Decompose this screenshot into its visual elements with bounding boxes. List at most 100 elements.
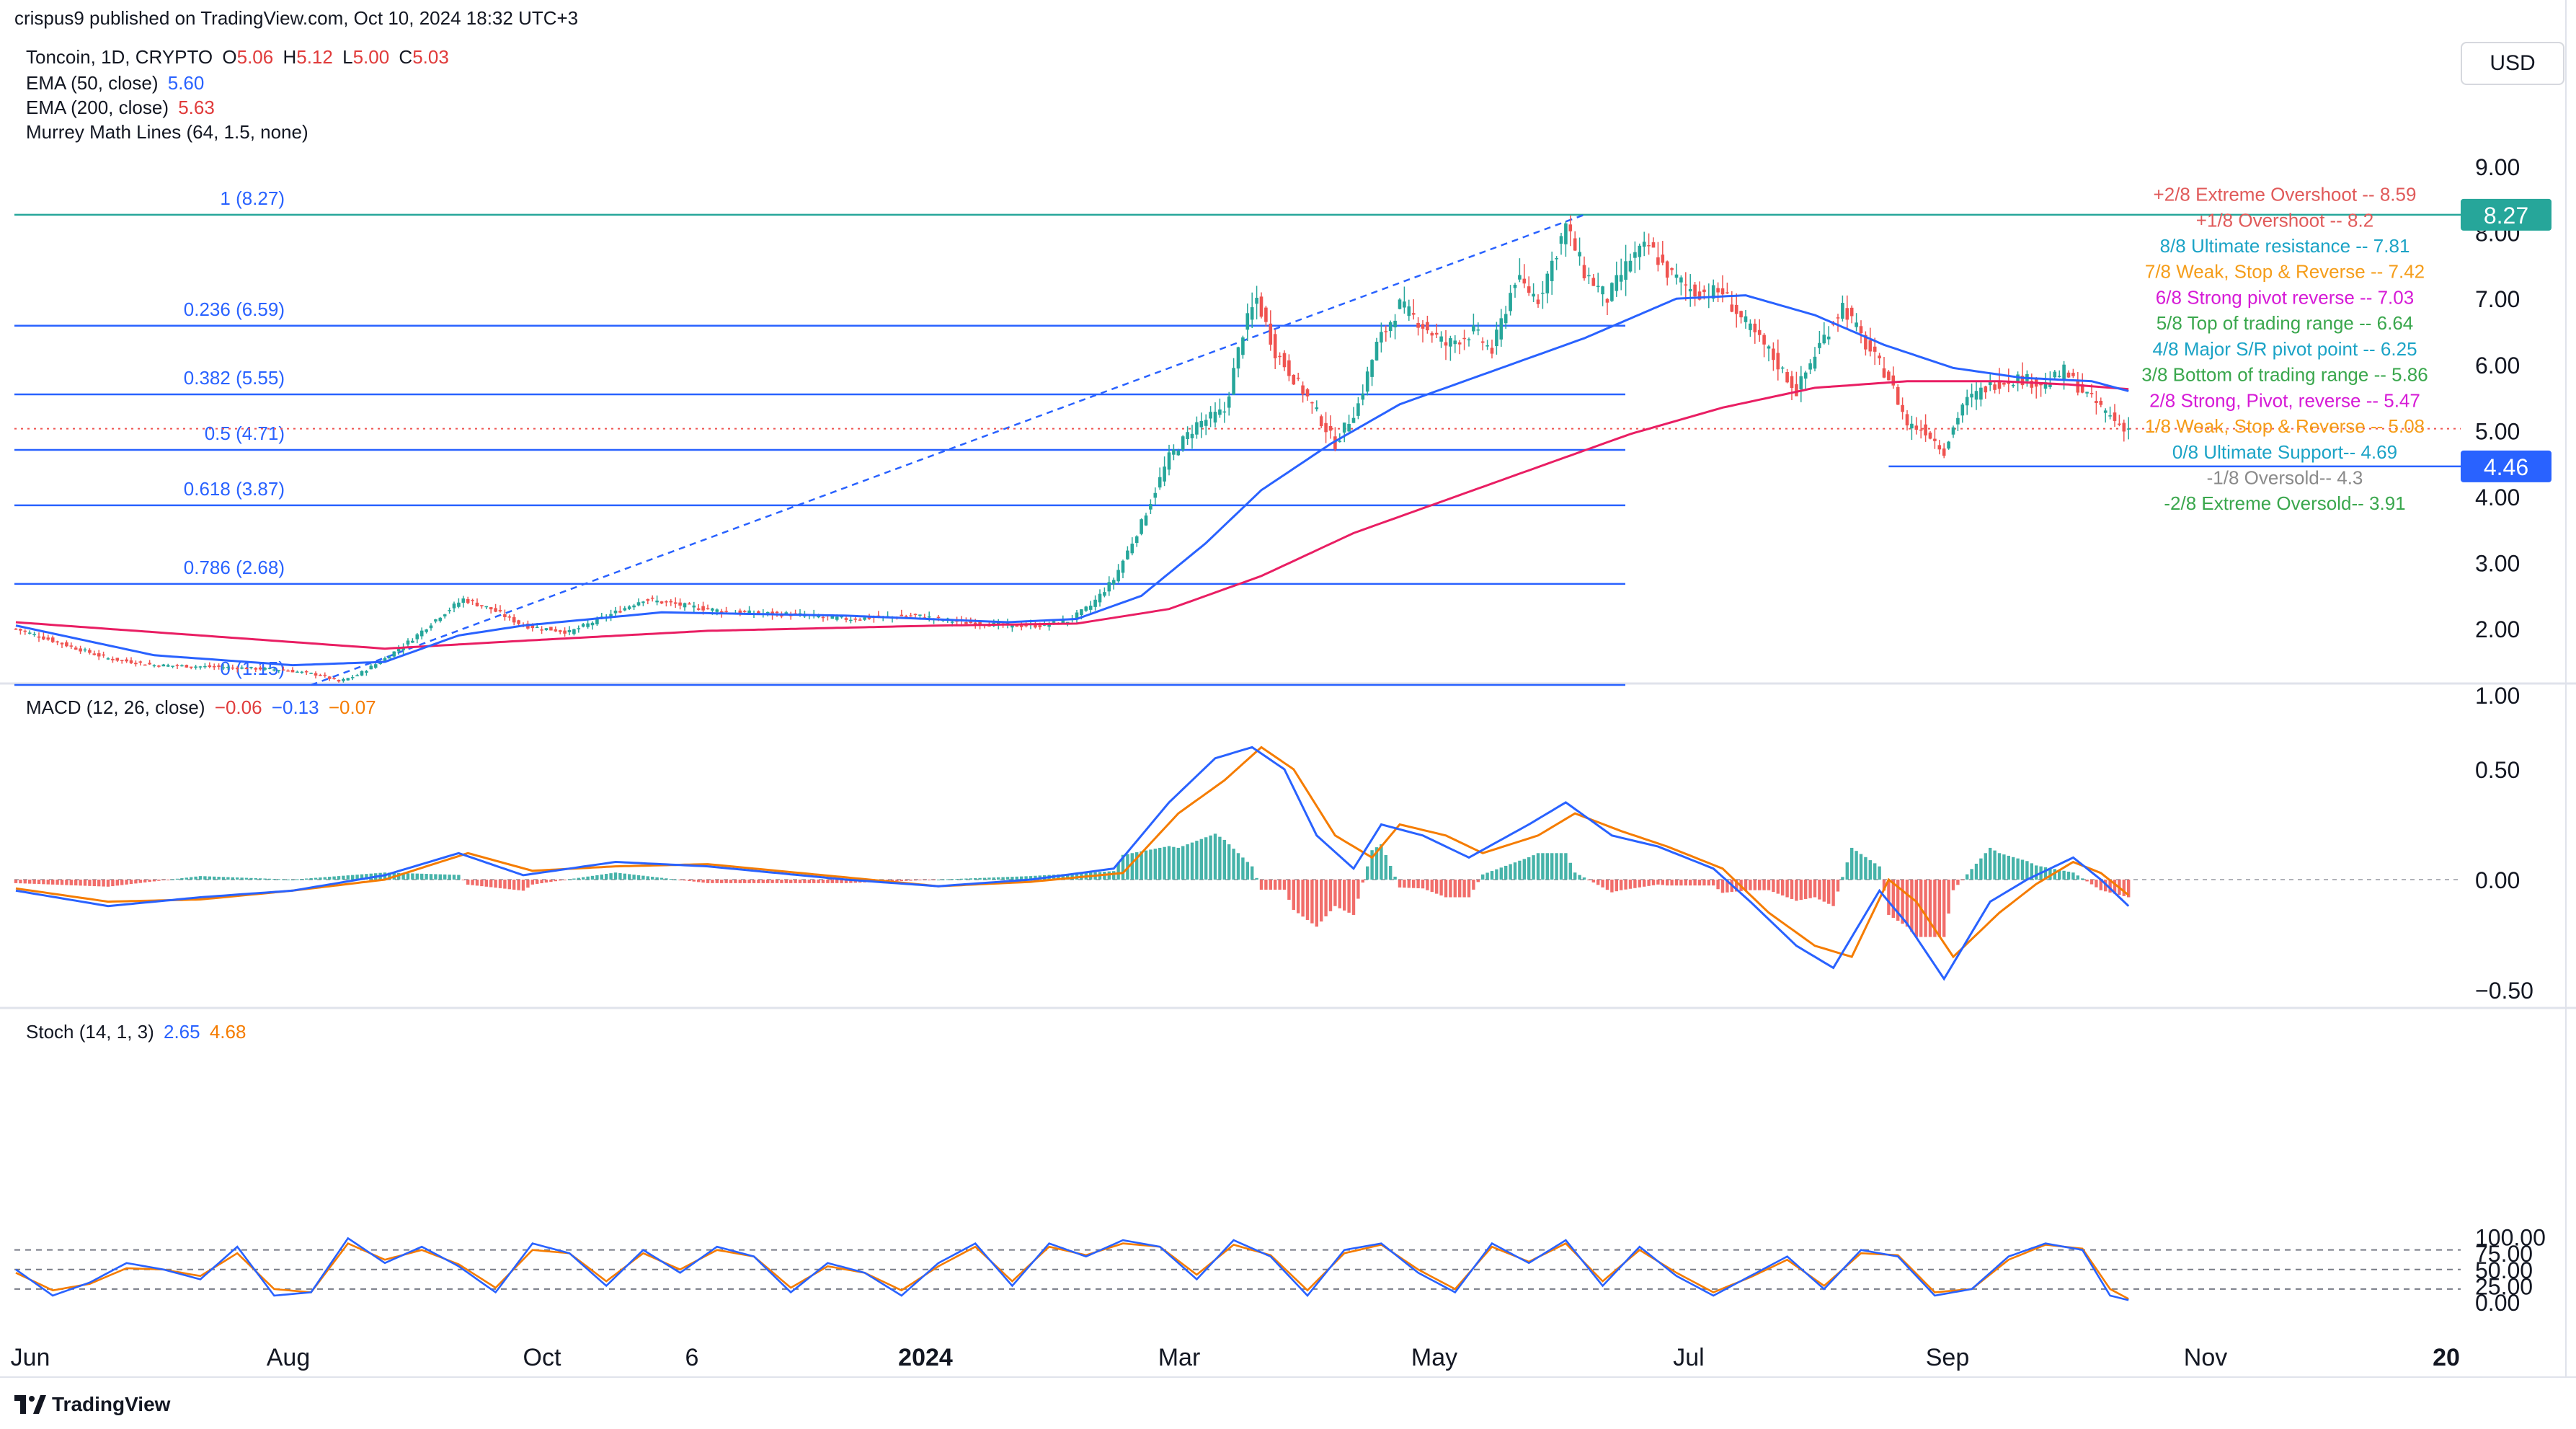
open-label: O <box>222 46 237 68</box>
candle-body <box>1098 593 1102 603</box>
candle-body <box>1485 345 1489 347</box>
macd-histogram-bar <box>1868 860 1872 880</box>
candle-body <box>185 665 189 668</box>
candle-body <box>475 602 479 606</box>
macd-histogram-bar <box>1504 865 1508 880</box>
stoch-legend[interactable]: Stoch (14, 1, 3) 2.65 4.68 <box>26 1021 246 1043</box>
candle-body <box>373 664 378 668</box>
macd-histogram-bar <box>835 880 839 883</box>
macd-histogram-bar <box>28 880 32 884</box>
ema50-legend[interactable]: EMA (50, close) 5.60 <box>26 72 204 94</box>
candle-body <box>2099 401 2103 405</box>
macd-histogram-bar <box>2007 855 2010 880</box>
time-tick-label: 6 <box>685 1344 699 1371</box>
macd-histogram-bar <box>1518 860 1522 880</box>
murrey-label: Murrey Math Lines (64, 1.5, none) <box>26 121 308 143</box>
macd-histogram-bar <box>978 877 982 880</box>
candle-body <box>659 601 664 603</box>
candle-body <box>244 668 249 670</box>
candle-body <box>696 608 701 610</box>
macd-histogram-bar <box>272 879 276 880</box>
candle-body <box>1868 340 1873 352</box>
macd-legend[interactable]: MACD (12, 26, close) −0.06 −0.13 −0.07 <box>26 696 376 719</box>
candle-body <box>1564 223 1568 244</box>
fib-level-label: 0.618 (3.87) <box>184 478 285 500</box>
macd-histogram-bar <box>300 879 303 880</box>
tradingview-logo[interactable]: TradingView <box>14 1393 170 1416</box>
candle-body <box>19 629 22 631</box>
macd-histogram-bar <box>1647 880 1651 886</box>
candle-body <box>1342 422 1346 433</box>
murrey-level-label: 1/8 Weak, Stop & Reverse -- 5.08 <box>2145 415 2425 437</box>
candle-body <box>821 616 825 619</box>
macd-histogram-bar <box>1213 833 1217 880</box>
candle-body <box>1227 396 1231 408</box>
macd-histogram-bar <box>319 877 322 880</box>
currency-button[interactable]: USD <box>2461 42 2564 85</box>
candle-body <box>452 603 456 609</box>
macd-histogram-bar <box>1979 858 1983 880</box>
candle-body <box>1610 283 1614 301</box>
macd-histogram-bar <box>69 880 73 885</box>
price-tick-label: 9.00 <box>2475 154 2520 180</box>
macd-histogram-bar <box>1149 849 1152 880</box>
candle-body <box>1038 625 1042 627</box>
macd-histogram-bar <box>213 876 216 880</box>
macd-histogram-bar <box>1522 859 1526 880</box>
macd-histogram-bar <box>19 880 22 884</box>
candle-body <box>1393 320 1397 327</box>
macd-histogram-bar <box>83 880 87 886</box>
candle-body <box>1103 592 1106 596</box>
candle-body <box>1370 360 1374 377</box>
macd-histogram-bar <box>328 877 332 880</box>
macd-histogram-bar <box>1407 880 1411 888</box>
macd-histogram-bar <box>1914 880 1918 937</box>
macd-histogram-bar <box>1818 880 1821 900</box>
macd-histogram-bar <box>1227 844 1231 880</box>
candle-body <box>457 602 461 607</box>
macd-histogram-bar <box>115 880 119 886</box>
macd-histogram-bar <box>1416 880 1420 888</box>
candle-body <box>1324 422 1328 433</box>
candle-body <box>1753 323 1757 332</box>
tradingview-logo-icon <box>14 1395 46 1414</box>
macd-histogram-bar <box>217 877 221 880</box>
candle-body <box>1453 340 1457 345</box>
candle-body <box>494 608 497 612</box>
candle-body <box>1841 303 1844 319</box>
candle-body <box>1702 289 1706 293</box>
macd-histogram-bar <box>1790 880 1794 899</box>
candle-body <box>1624 261 1627 280</box>
candle-body <box>1426 322 1429 331</box>
candle-body <box>909 615 912 617</box>
macd-histogram-bar <box>794 880 797 883</box>
candle-body <box>1979 387 1983 400</box>
candle-body <box>1568 224 1573 231</box>
macd-histogram-bar <box>1426 880 1429 890</box>
macd-histogram-bar <box>982 877 987 880</box>
candle-body <box>272 669 276 671</box>
chart-area[interactable]: 1.002.003.004.005.006.007.008.009.000.23… <box>0 0 2576 1429</box>
candle-body <box>1167 452 1171 470</box>
candle-body <box>1282 353 1287 368</box>
candle-body <box>678 602 682 606</box>
candle-body <box>148 663 151 665</box>
symbol-legend[interactable]: Toncoin, 1D, CRYPTO O5.06 H5.12 L5.00 C5… <box>26 46 449 68</box>
candle-body <box>323 674 327 676</box>
time-tick-label: 2024 <box>898 1344 953 1371</box>
candle-body <box>1937 445 1942 450</box>
candle-body <box>1287 360 1291 376</box>
candle-body <box>1744 316 1748 322</box>
macd-histogram-bar <box>1167 846 1171 880</box>
candle-body <box>1928 432 1932 439</box>
macd-histogram-bar <box>1320 880 1323 922</box>
ema200-legend[interactable]: EMA (200, close) 5.63 <box>26 97 215 119</box>
candle-body <box>517 620 520 624</box>
macd-histogram-bar <box>494 880 497 888</box>
murrey-legend[interactable]: Murrey Math Lines (64, 1.5, none) <box>26 121 308 143</box>
fib-level-label: 1 (8.27) <box>220 187 285 209</box>
candle-body <box>1462 337 1466 340</box>
ema50-value: 5.60 <box>167 72 205 94</box>
candle-body <box>74 647 78 650</box>
macd-histogram-bar <box>1966 874 1969 880</box>
